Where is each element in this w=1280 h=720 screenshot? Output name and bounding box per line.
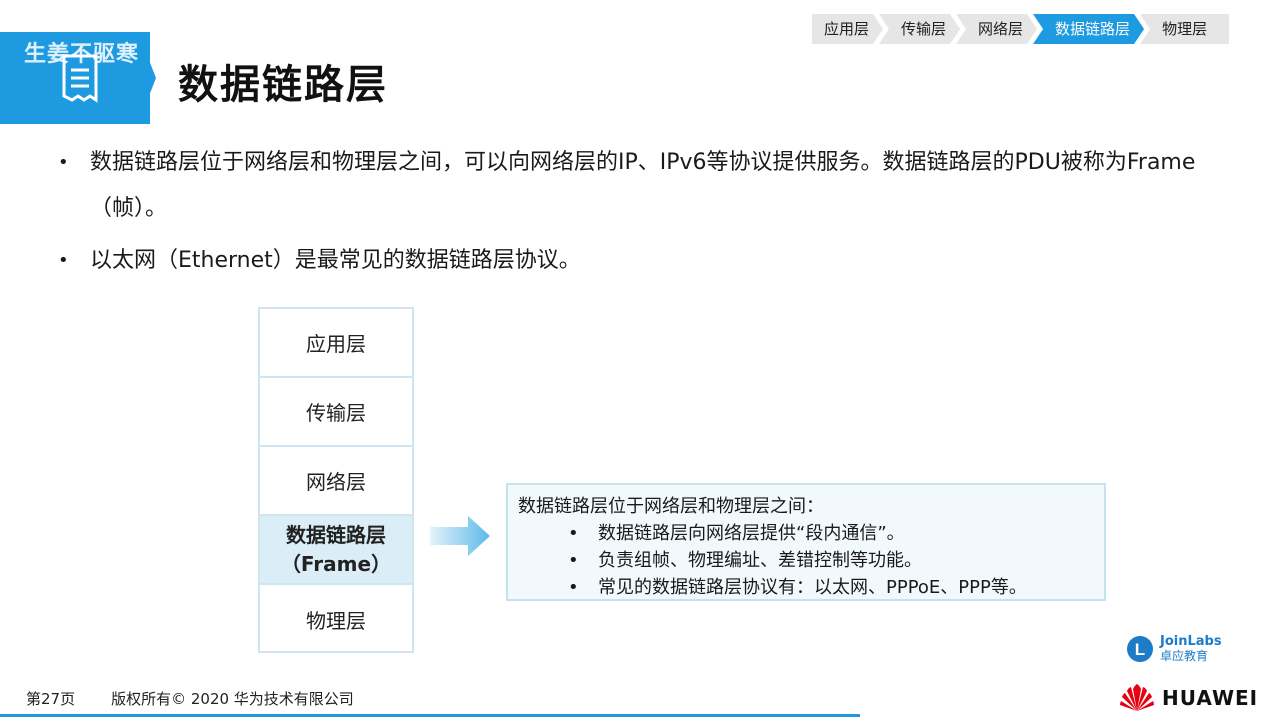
document-icon — [62, 54, 98, 103]
page-number: 第27页 — [26, 690, 76, 708]
footer-divider — [0, 714, 860, 717]
breadcrumb-item-transport[interactable]: 传输层 — [879, 14, 960, 44]
info-bullet-dot: • — [568, 550, 579, 571]
layer-stack: 应用层 传输层 网络层 数据链路层 （Frame） 物理层 — [258, 307, 414, 653]
joinlabs-name-cn: 卓应教育 — [1160, 649, 1209, 663]
copyright-text: 版权所有© 2020 华为技术有限公司 — [111, 690, 354, 708]
info-item-text: 负责组帧、物理编址、差错控制等功能。 — [598, 550, 922, 571]
joinlabs-logo: L JoinLabs 卓应教育 — [1126, 635, 1222, 663]
info-box: 数据链路层位于网络层和物理层之间： • 数据链路层向网络层提供“段内通信”。 •… — [506, 483, 1106, 601]
bullet-text: 以太网（Ethernet）是最常见的数据链路层协议。 — [90, 248, 581, 273]
bullet-dot: • — [58, 152, 69, 173]
info-bullet-dot: • — [568, 577, 579, 598]
bullet-item: • 以太网（Ethernet）是最常见的数据链路层协议。 — [58, 238, 1238, 284]
breadcrumb-item-datalink[interactable]: 数据链路层 — [1033, 14, 1144, 44]
huawei-flower-icon — [1120, 684, 1154, 711]
breadcrumb-item-network[interactable]: 网络层 — [956, 14, 1037, 44]
info-item-text: 数据链路层向网络层提供“段内通信”。 — [598, 523, 905, 544]
layer-datalink-sub: （Frame） — [280, 551, 392, 576]
info-item-text: 常见的数据链路层协议有：以太网、PPPoE、PPP等。 — [598, 577, 1027, 598]
breadcrumb-item-physical[interactable]: 物理层 — [1140, 14, 1230, 44]
joinlabs-name: JoinLabs — [1160, 634, 1222, 649]
info-item: • 常见的数据链路层协议有：以太网、PPPoE、PPP等。 — [518, 574, 1094, 601]
breadcrumb: 应用层 传输层 网络层 数据链路层 物理层 — [812, 14, 1230, 44]
bullet-dot: • — [58, 250, 69, 271]
bullet-text: 数据链路层位于网络层和物理层之间，可以向网络层的IP、IPv6等协议提供服务。数… — [90, 150, 1196, 221]
arrow-right-icon — [430, 516, 490, 556]
bullet-list: • 数据链路层位于网络层和物理层之间，可以向网络层的IP、IPv6等协议提供服务… — [58, 140, 1238, 284]
info-heading: 数据链路层位于网络层和物理层之间： — [518, 496, 824, 517]
joinlabs-icon: L — [1127, 636, 1153, 662]
breadcrumb-item-application[interactable]: 应用层 — [812, 14, 883, 44]
layer-physical: 物理层 — [306, 609, 366, 633]
huawei-logo: HUAWEI — [1118, 683, 1258, 713]
bullet-item: • 数据链路层位于网络层和物理层之间，可以向网络层的IP、IPv6等协议提供服务… — [58, 140, 1238, 232]
info-item: • 负责组帧、物理编址、差错控制等功能。 — [518, 547, 1094, 574]
page-title: 数据链路层 — [178, 62, 388, 108]
layer-transport: 传输层 — [260, 378, 412, 447]
svg-text:L: L — [1135, 640, 1145, 659]
info-bullet-dot: • — [568, 523, 579, 544]
layer-datalink: 数据链路层 （Frame） — [260, 516, 412, 585]
huawei-wordmark: HUAWEI — [1162, 686, 1259, 710]
layer-application: 应用层 — [260, 309, 412, 378]
info-item: • 数据链路层向网络层提供“段内通信”。 — [518, 520, 1094, 547]
layer-network: 网络层 — [260, 447, 412, 516]
footer: 第27页 版权所有© 2020 华为技术有限公司 — [26, 688, 354, 709]
layer-datalink-label: 数据链路层 — [286, 522, 386, 547]
